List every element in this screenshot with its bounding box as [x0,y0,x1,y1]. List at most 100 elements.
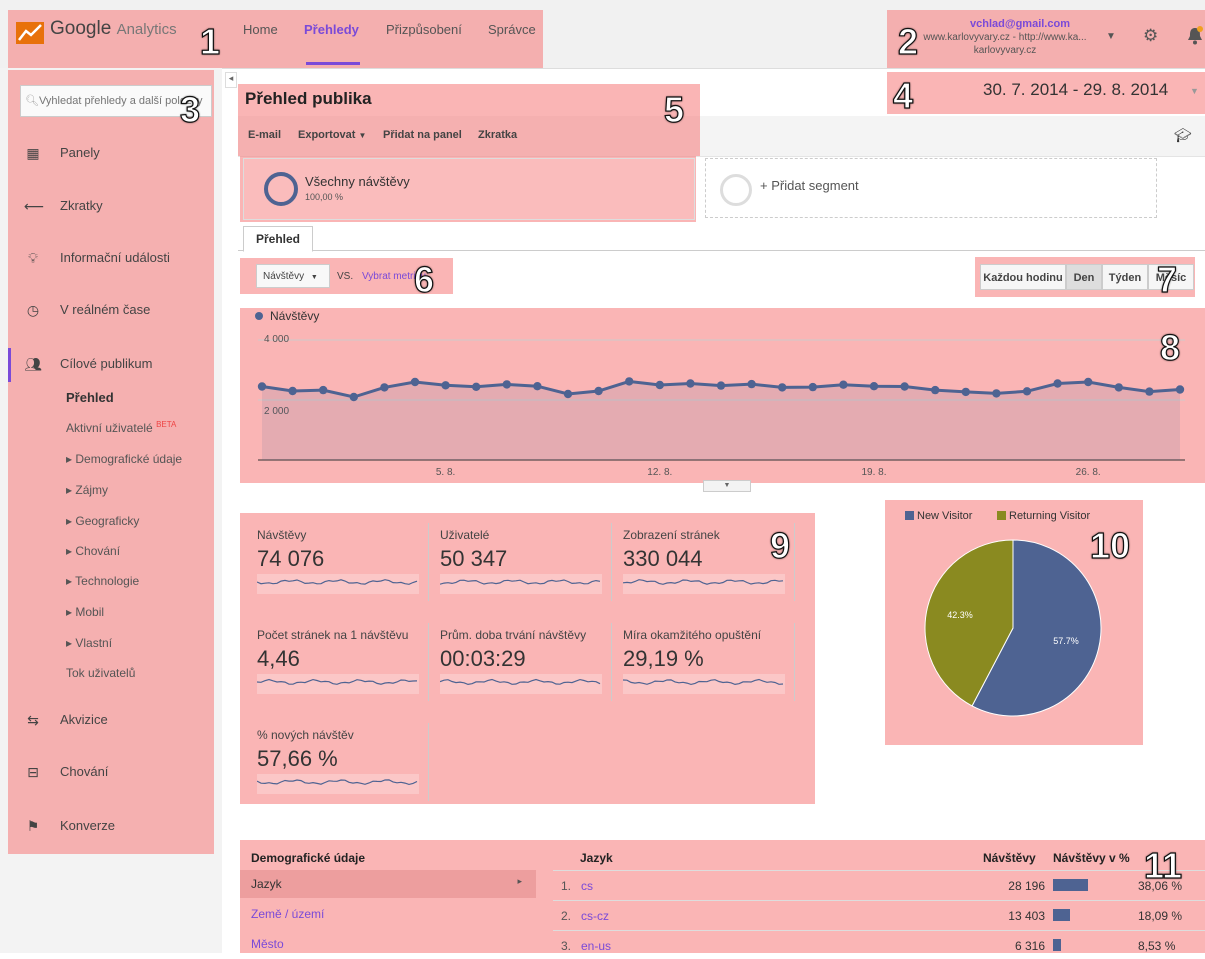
left-row-language[interactable]: Jazyk ▸ [240,870,536,898]
segment-all-visits[interactable] [243,158,695,220]
add-to-dashboard-button[interactable]: Přidat na panel [383,129,462,141]
tab-overview[interactable]: Přehled [243,226,313,252]
account-dropdown-icon[interactable]: ▼ [1106,31,1116,42]
data-point[interactable] [900,382,909,391]
stat-label: Zobrazení stránek [623,528,720,542]
visits-line-chart[interactable]: Návštěvy 4 0002 000 5. 8.12. 8.19. 8.26.… [240,308,1205,483]
data-point[interactable] [1114,383,1123,392]
left-row-city[interactable]: Město [240,930,536,958]
data-point[interactable] [1022,387,1032,396]
graduation-cap-icon[interactable]: 🎓︎ [1174,127,1192,144]
left-row-country[interactable]: Země / území [240,900,536,928]
data-point[interactable] [778,383,787,392]
data-point[interactable] [869,382,879,391]
nav-home[interactable]: Home [243,22,278,37]
nav-active-underline [306,62,360,65]
row-percent: 8,53 % [1138,939,1176,953]
data-point[interactable] [655,380,664,390]
sidebar-sub-mobile[interactable]: ▸ Mobil [66,605,104,619]
sidebar-sub-user-flow[interactable]: Tok uživatelů [66,666,135,680]
data-point[interactable] [1084,377,1093,387]
data-point[interactable] [625,377,634,386]
sidebar-sub-behavior[interactable]: ▸ Chování [66,544,120,558]
data-point[interactable] [1053,379,1062,388]
data-point[interactable] [288,386,297,396]
data-point[interactable] [594,386,603,396]
row-language-link[interactable]: cs-cz [581,909,609,923]
data-point[interactable] [441,381,450,390]
active-section-bar [8,348,11,382]
nav-admin[interactable]: Správce [488,22,536,37]
data-point[interactable] [1175,385,1185,394]
data-point[interactable] [502,380,511,389]
data-point[interactable] [961,387,970,397]
stat-card[interactable]: Počet stránek na 1 návštěvu 4,46 [257,628,427,694]
col-header-language[interactable]: Jazyk [580,851,613,865]
sidebar-sub-custom[interactable]: ▸ Vlastní [66,636,112,650]
data-point[interactable] [380,383,389,392]
nav-reports[interactable]: Přehledy [304,22,359,37]
data-point[interactable] [686,379,695,388]
stat-card[interactable]: Míra okamžitého opuštění 29,19 % [623,628,793,694]
annotation-number: 2 [897,21,919,62]
data-point[interactable] [410,377,420,387]
pie-slice-label: 57.7% [1053,636,1079,646]
sidebar-sub-geo[interactable]: ▸ Geograficky [66,514,139,528]
sidebar-sub-interests[interactable]: ▸ Zájmy [66,483,108,497]
x-tick-label: 19. 8. [861,467,886,478]
chart-expand-handle[interactable]: ▼ [703,480,751,492]
data-point[interactable] [563,389,573,399]
table-row[interactable]: 1. cs 28 196 38,06 % [553,870,1205,899]
sidebar-sub-technology[interactable]: ▸ Technologie [66,574,139,588]
data-point[interactable] [472,382,481,391]
data-point[interactable] [808,382,817,392]
granularity-hourly[interactable]: Každou hodinu [980,264,1066,290]
email-button[interactable]: E-mail [248,129,281,141]
stat-card[interactable]: Prům. doba trvání návštěvy 00:03:29 [440,628,610,694]
data-point[interactable] [1145,387,1154,396]
stat-card[interactable]: Zobrazení stránek 330 044 [623,528,793,594]
sidebar-sub-demographics[interactable]: ▸ Demografické údaje [66,452,182,466]
gear-icon[interactable]: ⚙ [1143,26,1158,46]
row-rank: 2. [561,909,572,923]
bell-icon[interactable] [1186,26,1204,51]
stat-card[interactable]: Uživatelé 50 347 [440,528,610,594]
data-point[interactable] [257,382,267,391]
nav-customization[interactable]: Přizpůsobení [386,22,462,37]
row-language-link[interactable]: en-us [581,939,611,953]
export-button[interactable]: Exportovat ▼ [298,129,366,141]
row-percent-bar [1053,939,1061,951]
data-point[interactable] [533,382,542,391]
granularity-week[interactable]: Týden [1102,264,1148,290]
data-point[interactable] [747,379,756,389]
annotation-number: 11 [1143,845,1183,886]
stat-card[interactable]: Návštěvy 74 076 [257,528,427,594]
analytics-logo-icon[interactable] [16,22,44,44]
stat-card[interactable]: % nových návštěv 57,66 % [257,728,427,794]
stat-label: Prům. doba trvání návštěvy [440,628,587,642]
account-email[interactable]: vchlad@gmail.com [905,18,1135,30]
data-point[interactable] [716,381,726,390]
sidebar-sub-active-users[interactable]: Aktivní uživatelé BETA [66,420,176,435]
table-row[interactable]: 3. en-us 6 316 8,53 % [553,930,1205,959]
row-language-link[interactable]: cs [581,879,593,893]
data-point[interactable] [319,385,328,395]
sidebar-sub-overview[interactable]: Přehled [66,390,114,405]
col-header-visits[interactable]: Návštěvy [983,851,1036,865]
shortcut-button[interactable]: Zkratka [478,129,517,141]
collapse-sidebar-button[interactable]: ◂ [225,72,237,88]
date-range-selector[interactable]: 30. 7. 2014 - 29. 8. 2014 [983,80,1168,100]
col-header-visits-pct[interactable]: Návštěvy v % [1053,851,1130,865]
date-dropdown-icon[interactable]: ▼ [1190,86,1199,96]
data-point[interactable] [839,380,848,389]
table-row[interactable]: 2. cs-cz 13 403 18,09 % [553,900,1205,929]
metric-select[interactable]: Návštěvy ▼ [256,264,330,288]
data-point[interactable] [349,392,358,402]
data-point[interactable] [992,389,1001,398]
sparkline [440,674,602,694]
account-property[interactable]: www.karlovyvary.cz - http://www.ka... kar… [905,31,1105,57]
data-point[interactable] [931,385,940,395]
search-icon: 🔍︎ [25,95,39,107]
add-segment-label[interactable]: + Přidat segment [760,178,859,193]
granularity-day[interactable]: Den [1066,264,1102,290]
